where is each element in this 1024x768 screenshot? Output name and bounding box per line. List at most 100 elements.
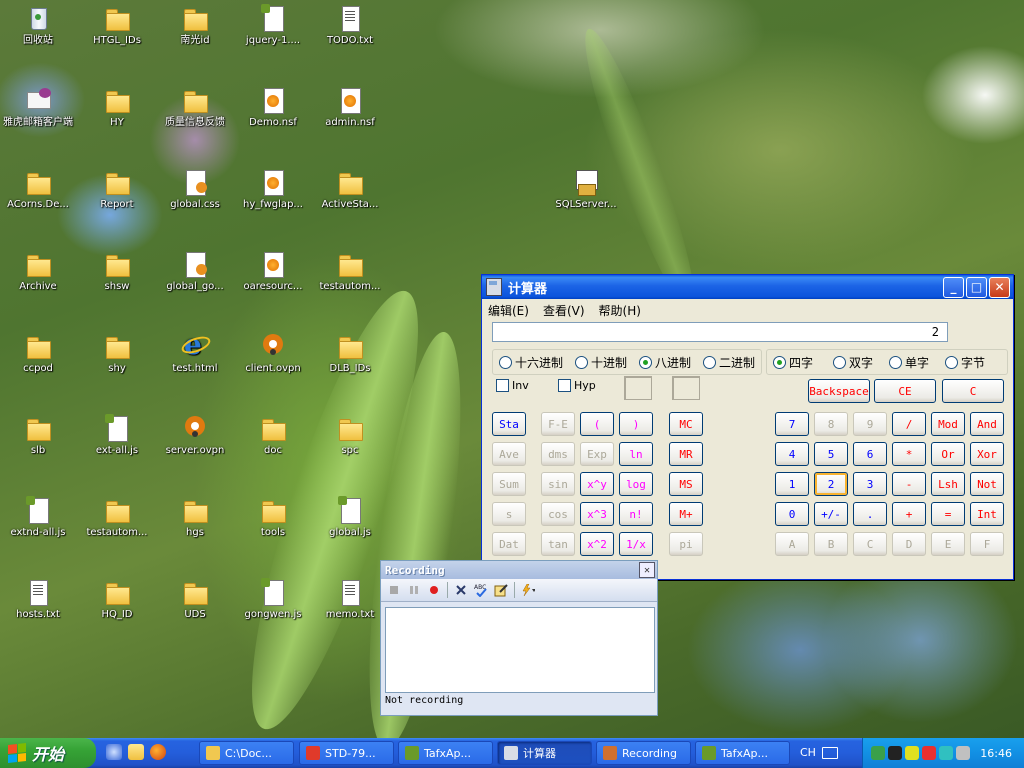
keypad-button[interactable]: 5 [814, 442, 848, 466]
hyp-checkbox[interactable]: Hyp [558, 379, 596, 392]
desktop-icon[interactable]: ext-all.js [78, 414, 156, 456]
memory-button[interactable]: MC [669, 412, 703, 436]
qq-icon[interactable] [888, 746, 902, 760]
keypad-button[interactable]: 4 [775, 442, 809, 466]
desktop-icon[interactable]: extnd-all.js [0, 496, 77, 538]
menu-help[interactable]: 帮助(H) [599, 302, 641, 319]
keyboard-icon[interactable] [822, 747, 838, 759]
keypad-button[interactable]: +/- [814, 502, 848, 526]
desktop-icon[interactable]: TODO.txt [311, 4, 389, 46]
ce-button[interactable]: CE [874, 379, 936, 403]
desktop-icon[interactable]: shsw [78, 250, 156, 292]
desktop-icon[interactable]: Archive [0, 250, 77, 292]
desktop-icon[interactable]: SQLServer... [547, 168, 625, 210]
pause-icon[interactable] [407, 583, 421, 597]
stop-icon[interactable] [387, 583, 401, 597]
sci-button[interactable]: Sta [492, 412, 526, 436]
radio-byte[interactable]: 字节 [945, 354, 985, 371]
delete-icon[interactable] [454, 583, 468, 597]
keypad-button[interactable]: Int [970, 502, 1004, 526]
keypad-button[interactable]: . [853, 502, 887, 526]
keypad-button[interactable]: - [892, 472, 926, 496]
desktop-icon[interactable]: hy_fwglap... [234, 168, 312, 210]
desktop-icon[interactable]: 南光id [156, 4, 234, 46]
radio-qword[interactable]: 四字 [773, 354, 813, 371]
sci-button[interactable]: ( [580, 412, 614, 436]
menu-view[interactable]: 查看(V) [543, 302, 585, 319]
keypad-button[interactable]: D [892, 532, 926, 556]
keypad-button[interactable]: C [853, 532, 887, 556]
tray-app-icon[interactable] [905, 746, 919, 760]
spellcheck-icon[interactable]: ABC [474, 583, 488, 597]
keypad-button[interactable]: Not [970, 472, 1004, 496]
keypad-button[interactable]: Lsh [931, 472, 965, 496]
radio-hex[interactable]: 十六进制 [499, 354, 563, 371]
desktop-icon[interactable]: memo.txt [311, 578, 389, 620]
desktop-icon[interactable]: jquery-1.... [234, 4, 312, 46]
sci-button[interactable]: log [619, 472, 653, 496]
taskbar-button[interactable]: TafxAp... [695, 741, 790, 765]
keypad-button[interactable]: F [970, 532, 1004, 556]
menu-edit[interactable]: 编辑(E) [488, 302, 529, 319]
taskbar-button[interactable]: 计算器 [497, 741, 592, 765]
sci-button[interactable]: x^y [580, 472, 614, 496]
keypad-button[interactable]: And [970, 412, 1004, 436]
desktop-icon[interactable]: tools [234, 496, 312, 538]
keypad-button[interactable]: * [892, 442, 926, 466]
radio-word[interactable]: 单字 [889, 354, 929, 371]
close-button[interactable]: ✕ [989, 276, 1010, 298]
sci-button[interactable]: s [492, 502, 526, 526]
recording-text-area[interactable] [385, 607, 655, 693]
sci-button[interactable]: tan [541, 532, 575, 556]
calculator-titlebar[interactable]: 计算器 _ □ ✕ [482, 275, 1013, 299]
desktop-icon[interactable]: ACorns.De... [0, 168, 77, 210]
sci-button[interactable]: Ave [492, 442, 526, 466]
language-indicator[interactable]: CH [800, 746, 816, 759]
keypad-button[interactable]: = [931, 502, 965, 526]
desktop-icon[interactable]: server.ovpn [156, 414, 234, 456]
sci-button[interactable]: x^2 [580, 532, 614, 556]
backspace-button[interactable]: Backspace [808, 379, 870, 403]
start-button[interactable]: 开始 [0, 738, 96, 768]
explorer-icon[interactable] [128, 744, 144, 760]
sci-button[interactable]: ) [619, 412, 653, 436]
keypad-button[interactable]: 1 [775, 472, 809, 496]
desktop-icon[interactable]: doc [234, 414, 312, 456]
desktop-icon[interactable]: slb [0, 414, 77, 456]
lightning-icon[interactable] [521, 583, 535, 597]
sci-button[interactable]: 1/x [619, 532, 653, 556]
desktop-icon[interactable]: Report [78, 168, 156, 210]
desktop-icon[interactable]: shy [78, 332, 156, 374]
desktop-icon[interactable]: hgs [156, 496, 234, 538]
desktop-icon[interactable]: 质量信息反馈 [156, 86, 234, 128]
keypad-button[interactable]: A [775, 532, 809, 556]
security-icon[interactable] [922, 746, 936, 760]
memory-button[interactable]: MR [669, 442, 703, 466]
record-icon[interactable] [427, 583, 441, 597]
sci-button[interactable]: Dat [492, 532, 526, 556]
desktop-icon[interactable]: Demo.nsf [234, 86, 312, 128]
show-desktop-icon[interactable] [106, 744, 122, 760]
keypad-button[interactable]: Xor [970, 442, 1004, 466]
desktop-icon[interactable]: global.css [156, 168, 234, 210]
desktop-icon[interactable]: oaresourc... [234, 250, 312, 292]
recording-titlebar[interactable]: Recording ✕ [381, 561, 657, 579]
sci-button[interactable]: cos [541, 502, 575, 526]
desktop-icon[interactable]: test.html [156, 328, 234, 374]
network-icon[interactable] [871, 746, 885, 760]
keypad-button[interactable]: 8 [814, 412, 848, 436]
desktop-icon[interactable]: HY [78, 86, 156, 128]
c-button[interactable]: C [942, 379, 1004, 403]
desktop-icon[interactable]: testautom... [311, 250, 389, 292]
keypad-button[interactable]: 0 [775, 502, 809, 526]
desktop-icon[interactable]: 回收站 [0, 4, 77, 46]
windmill-icon[interactable] [939, 746, 953, 760]
desktop-icon[interactable]: HQ_ID [78, 578, 156, 620]
keypad-button[interactable]: 7 [775, 412, 809, 436]
desktop-icon[interactable]: hosts.txt [0, 578, 77, 620]
keypad-button[interactable]: B [814, 532, 848, 556]
keypad-button[interactable]: 6 [853, 442, 887, 466]
sci-button[interactable]: n! [619, 502, 653, 526]
recording-close-button[interactable]: ✕ [639, 562, 655, 578]
desktop-icon[interactable]: UDS [156, 578, 234, 620]
